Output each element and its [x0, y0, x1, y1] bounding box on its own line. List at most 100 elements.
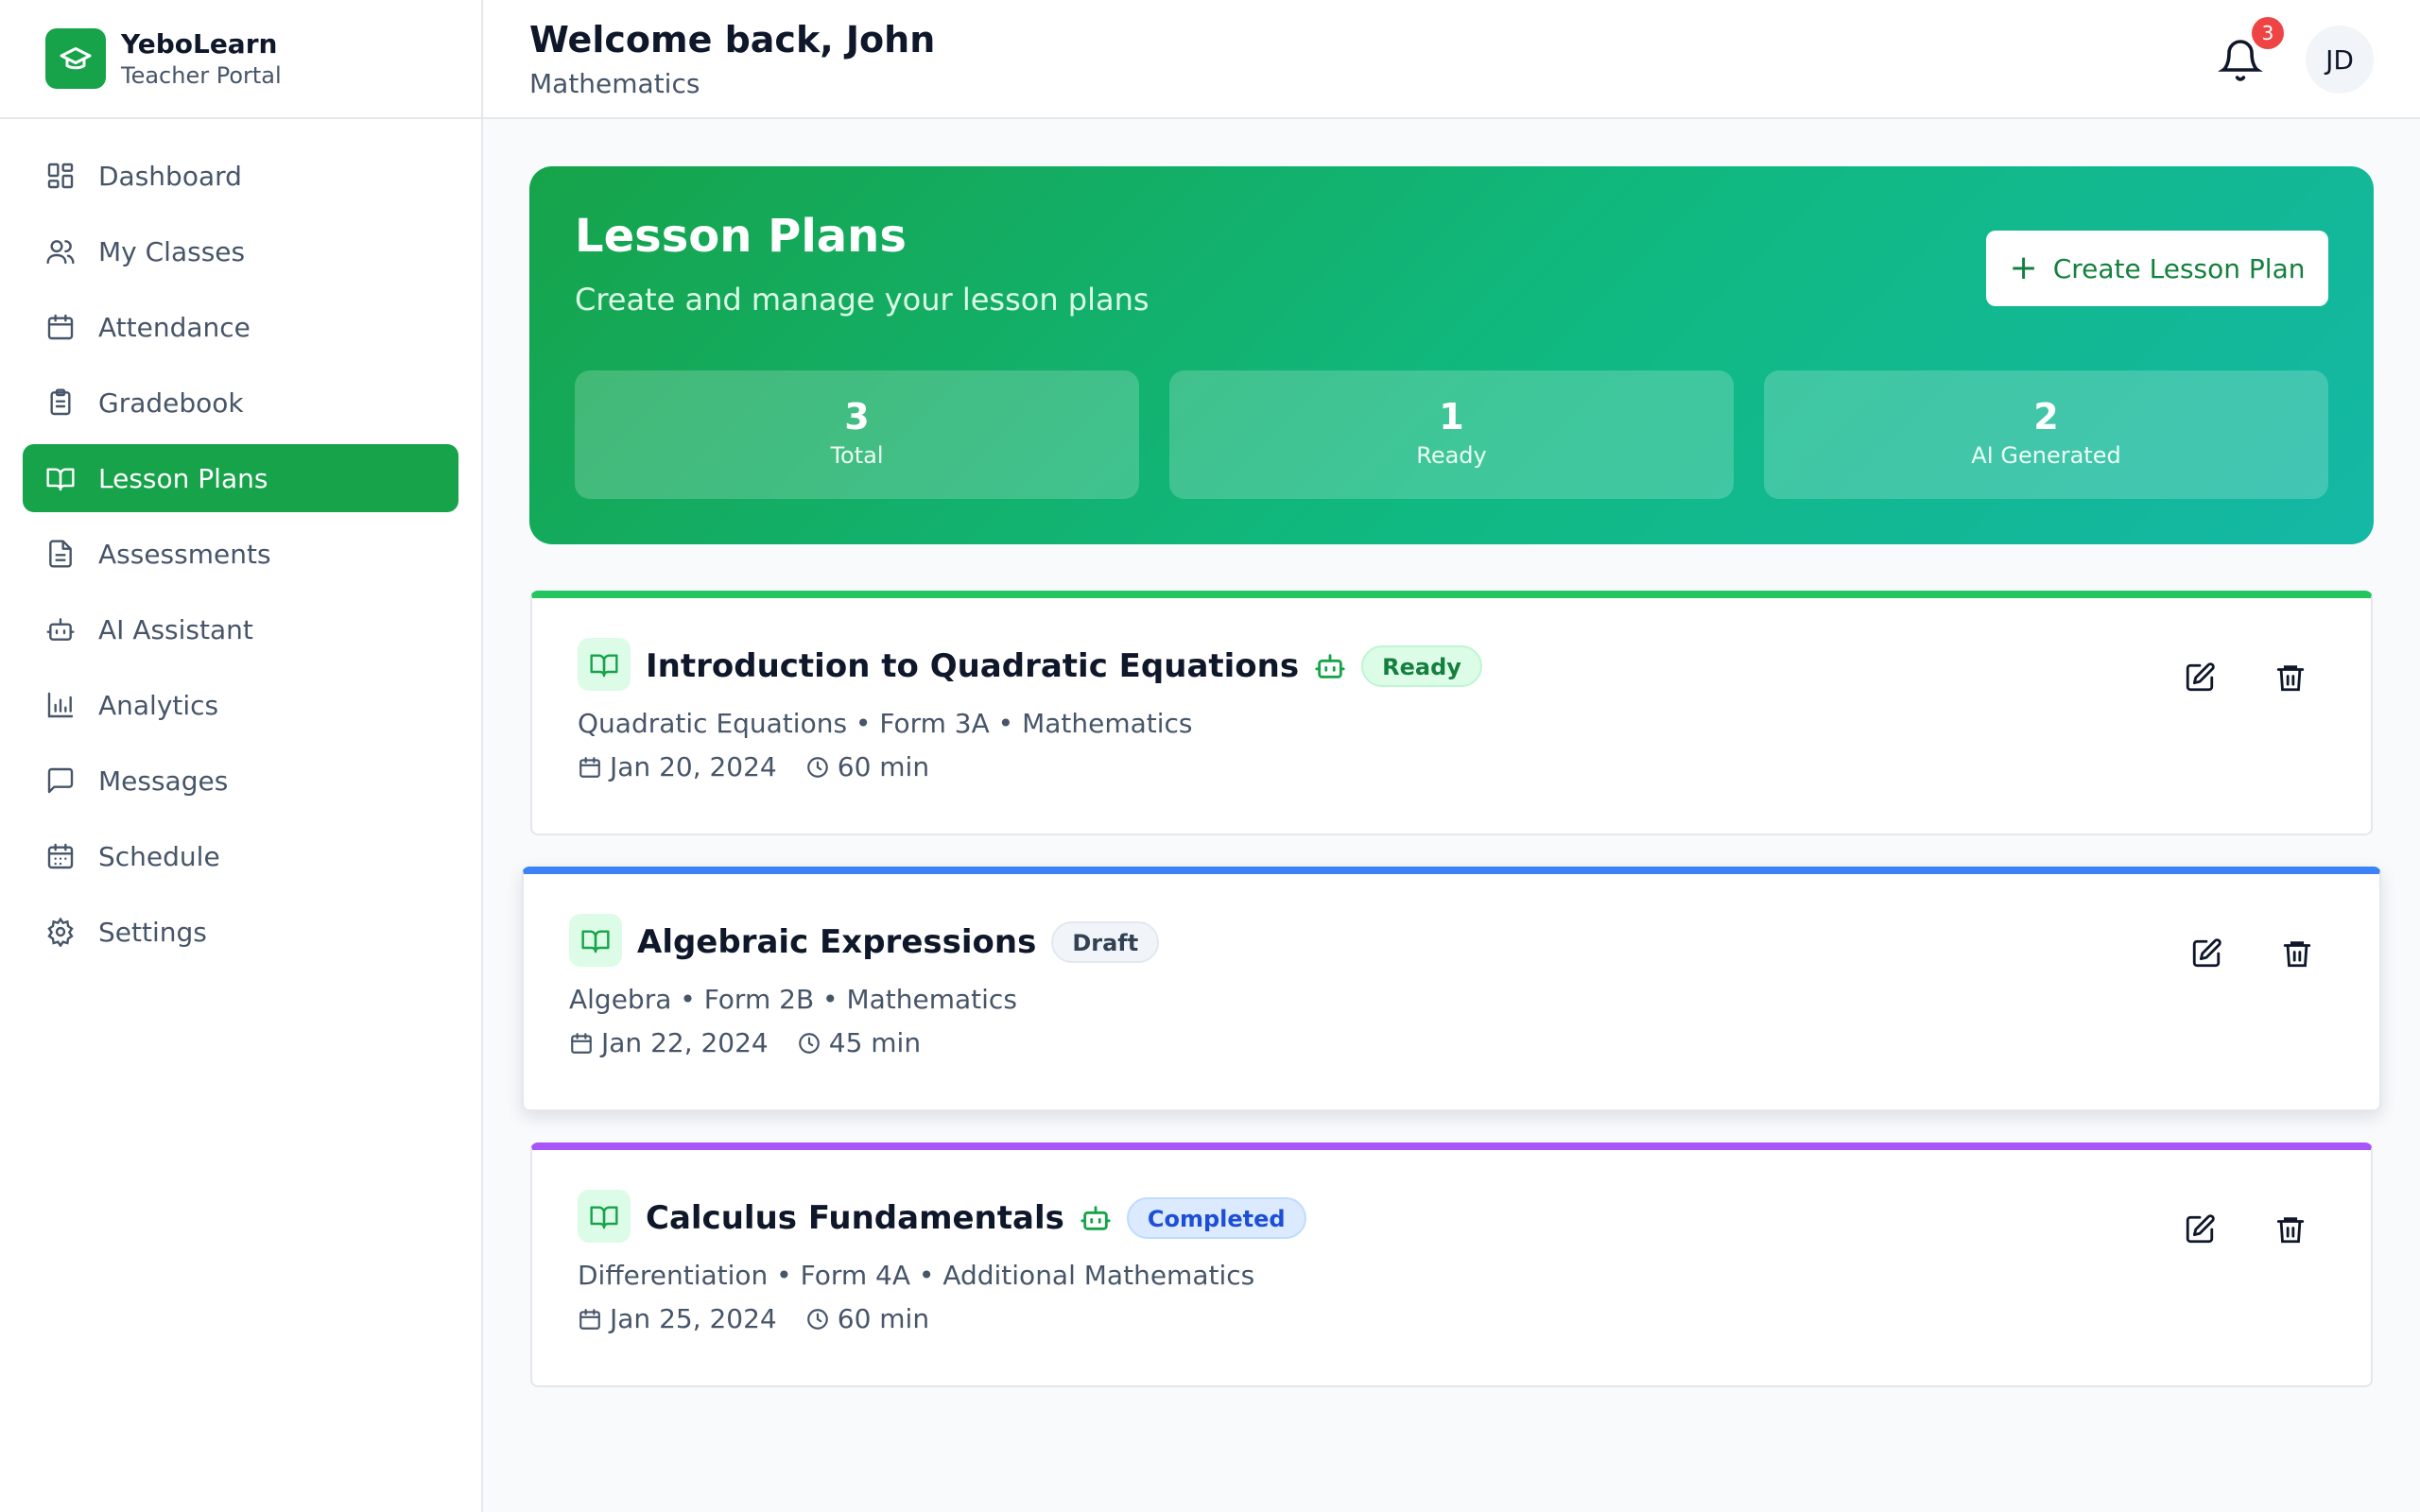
stat-label: Ready: [1416, 442, 1487, 469]
trash-icon: [2283, 941, 2311, 968]
sidebar-item-label: AI Assistant: [98, 613, 253, 645]
lesson-meta: Differentiation • Form 4A • Additional M…: [578, 1260, 1255, 1291]
sidebar-item-settings[interactable]: Settings: [23, 898, 458, 966]
sidebar-item-analytics[interactable]: Analytics: [23, 671, 458, 739]
lesson-title-row: Introduction to Quadratic Equations Read…: [646, 645, 1482, 687]
lesson-date: Jan 25, 2024: [610, 1303, 777, 1334]
bot-icon: [1315, 654, 1345, 679]
calendar-icon: [579, 1308, 600, 1330]
sidebar-item-ai-assistant[interactable]: AI Assistant: [23, 595, 458, 663]
edit-button[interactable]: [2177, 1207, 2222, 1252]
sidebar: YeboLearn Teacher Portal Dashboard My Cl…: [0, 0, 483, 1512]
book-icon: [578, 638, 631, 691]
status-badge: Draft: [1051, 921, 1160, 963]
lesson-info: Jan 22, 2024 45 min: [569, 1027, 921, 1058]
sidebar-item-dashboard[interactable]: Dashboard: [23, 142, 458, 210]
lesson-card[interactable]: Introduction to Quadratic Equations Read…: [530, 591, 2373, 835]
sidebar-item-label: Schedule: [98, 840, 220, 872]
edit-icon: [2186, 1214, 2215, 1244]
sidebar-item-attendance[interactable]: Attendance: [23, 293, 458, 361]
book-icon: [578, 1190, 631, 1243]
edit-icon: [2186, 662, 2215, 692]
avatar[interactable]: JD: [2306, 26, 2374, 94]
edit-button[interactable]: [2184, 931, 2229, 976]
lesson-duration: 60 min: [837, 751, 930, 782]
clock-icon: [806, 756, 828, 778]
stat-value: 2: [2033, 396, 2059, 438]
bot-icon: [1080, 1206, 1111, 1230]
bar-chart-icon: [47, 692, 74, 718]
book-icon: [569, 914, 622, 967]
sidebar-item-schedule[interactable]: Schedule: [23, 822, 458, 890]
gear-icon: [47, 917, 74, 947]
sidebar-item-label: Messages: [98, 765, 229, 797]
banner-subtitle: Create and manage your lesson plans: [575, 282, 1150, 318]
sidebar-item-label: Analytics: [98, 689, 219, 721]
lesson-meta: Algebra • Form 2B • Mathematics: [569, 984, 1017, 1015]
brand-name: YeboLearn: [121, 28, 278, 60]
top-header: Welcome back, John Mathematics 3 JD: [483, 0, 2420, 119]
lesson-plans-banner: Lesson Plans Create and manage your less…: [529, 166, 2374, 544]
create-lesson-plan-button[interactable]: + Create Lesson Plan: [1986, 231, 2328, 306]
calendar-icon: [47, 314, 74, 340]
edit-icon: [2192, 938, 2221, 968]
brand-subtitle: Teacher Portal: [121, 62, 282, 89]
lesson-card[interactable]: Calculus Fundamentals Completed Differen…: [530, 1143, 2373, 1387]
sidebar-item-label: Dashboard: [98, 160, 242, 192]
edit-button[interactable]: [2177, 655, 2222, 700]
book-icon: [46, 468, 75, 491]
clipboard-icon: [50, 388, 71, 416]
stat-total: 3 Total: [575, 370, 1139, 499]
clock-icon: [806, 1308, 828, 1330]
calendar-icon: [579, 756, 600, 778]
sidebar-item-label: Assessments: [98, 538, 271, 570]
graduation-cap-icon: [45, 28, 106, 89]
sidebar-item-label: Lesson Plans: [98, 462, 268, 494]
page-title: Welcome back, John: [529, 19, 936, 60]
delete-button[interactable]: [2274, 931, 2320, 976]
stat-label: Total: [830, 442, 884, 469]
users-icon: [46, 240, 75, 265]
sidebar-item-messages[interactable]: Messages: [23, 747, 458, 815]
status-badge: Completed: [1126, 1197, 1306, 1239]
brand: YeboLearn Teacher Portal: [0, 0, 481, 119]
lesson-info: Jan 25, 2024 60 min: [578, 1303, 929, 1334]
calendar-icon: [571, 1032, 592, 1054]
lesson-duration: 60 min: [837, 1303, 930, 1334]
stat-ai-generated: 2 AI Generated: [1764, 370, 2328, 499]
lesson-title: Algebraic Expressions: [637, 923, 1037, 961]
banner-title: Lesson Plans: [575, 210, 907, 263]
message-icon: [47, 767, 74, 794]
sidebar-item-assessments[interactable]: Assessments: [23, 520, 458, 588]
sidebar-item-label: Attendance: [98, 311, 251, 343]
lesson-title-row: Calculus Fundamentals Completed: [646, 1197, 1306, 1239]
lesson-title: Introduction to Quadratic Equations: [646, 647, 1300, 685]
status-badge: Ready: [1361, 645, 1482, 687]
delete-button[interactable]: [2268, 1207, 2313, 1252]
dashboard-icon: [47, 163, 74, 189]
lesson-duration: 45 min: [828, 1027, 922, 1058]
lesson-card[interactable]: Algebraic Expressions Draft Algebra • Fo…: [522, 867, 2381, 1111]
document-icon: [49, 540, 72, 568]
sidebar-item-my-classes[interactable]: My Classes: [23, 217, 458, 285]
stat-label: AI Generated: [1971, 442, 2121, 469]
clock-icon: [798, 1032, 820, 1054]
trash-icon: [2276, 665, 2305, 692]
schedule-icon: [47, 843, 74, 869]
create-lesson-plan-label: Create Lesson Plan: [2052, 252, 2306, 284]
notification-badge: 3: [2252, 17, 2284, 49]
bot-icon: [46, 618, 75, 641]
sidebar-nav: Dashboard My Classes Attendance Gradeboo…: [0, 119, 481, 996]
delete-button[interactable]: [2268, 655, 2313, 700]
stat-value: 3: [844, 396, 870, 438]
trash-icon: [2276, 1217, 2305, 1244]
sidebar-item-gradebook[interactable]: Gradebook: [23, 369, 458, 437]
lesson-date: Jan 22, 2024: [601, 1027, 769, 1058]
plus-icon: +: [2009, 249, 2038, 287]
sidebar-item-label: Gradebook: [98, 387, 244, 419]
sidebar-item-label: My Classes: [98, 235, 246, 267]
sidebar-item-lesson-plans[interactable]: Lesson Plans: [23, 444, 458, 512]
lesson-date: Jan 20, 2024: [610, 751, 777, 782]
lesson-info: Jan 20, 2024 60 min: [578, 751, 929, 782]
lesson-title: Calculus Fundamentals: [646, 1199, 1064, 1237]
